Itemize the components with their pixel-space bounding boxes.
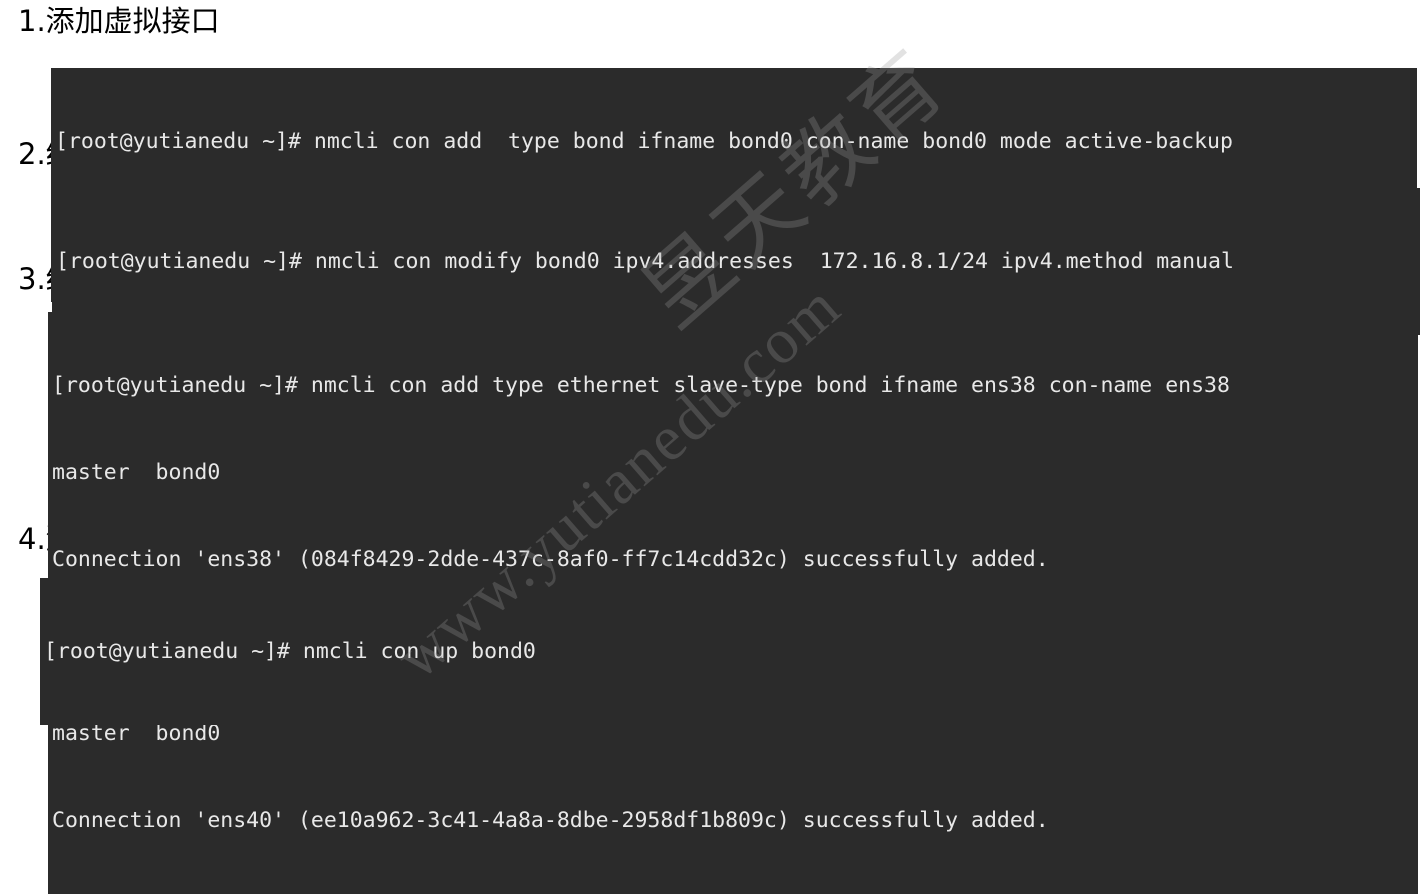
terminal-line: [root@yutianedu ~]# nmcli con up bond0 xyxy=(44,639,536,664)
terminal-block-4: [root@yutianedu ~]# nmcli con up bond0 xyxy=(40,578,1415,725)
terminal-line: Connection 'ens40' (ee10a962-3c41-4a8a-8… xyxy=(52,808,1049,833)
terminal-line: master bond0 xyxy=(52,460,221,485)
tutorial-page: 1.添加虚拟接口 [root@yutianedu ~]# nmcli con a… xyxy=(0,0,1428,894)
terminal-line: [root@yutianedu ~]# nmcli con add type e… xyxy=(52,373,1230,398)
terminal-line: [root@yutianedu ~]# nmcli con add type b… xyxy=(55,129,1233,154)
terminal-line: Connection 'ens38' (084f8429-2dde-437c-8… xyxy=(52,547,1049,572)
section-heading-1: 1.添加虚拟接口 xyxy=(18,4,220,38)
terminal-line: [root@yutianedu ~]# nmcli con modify bon… xyxy=(56,249,1234,274)
